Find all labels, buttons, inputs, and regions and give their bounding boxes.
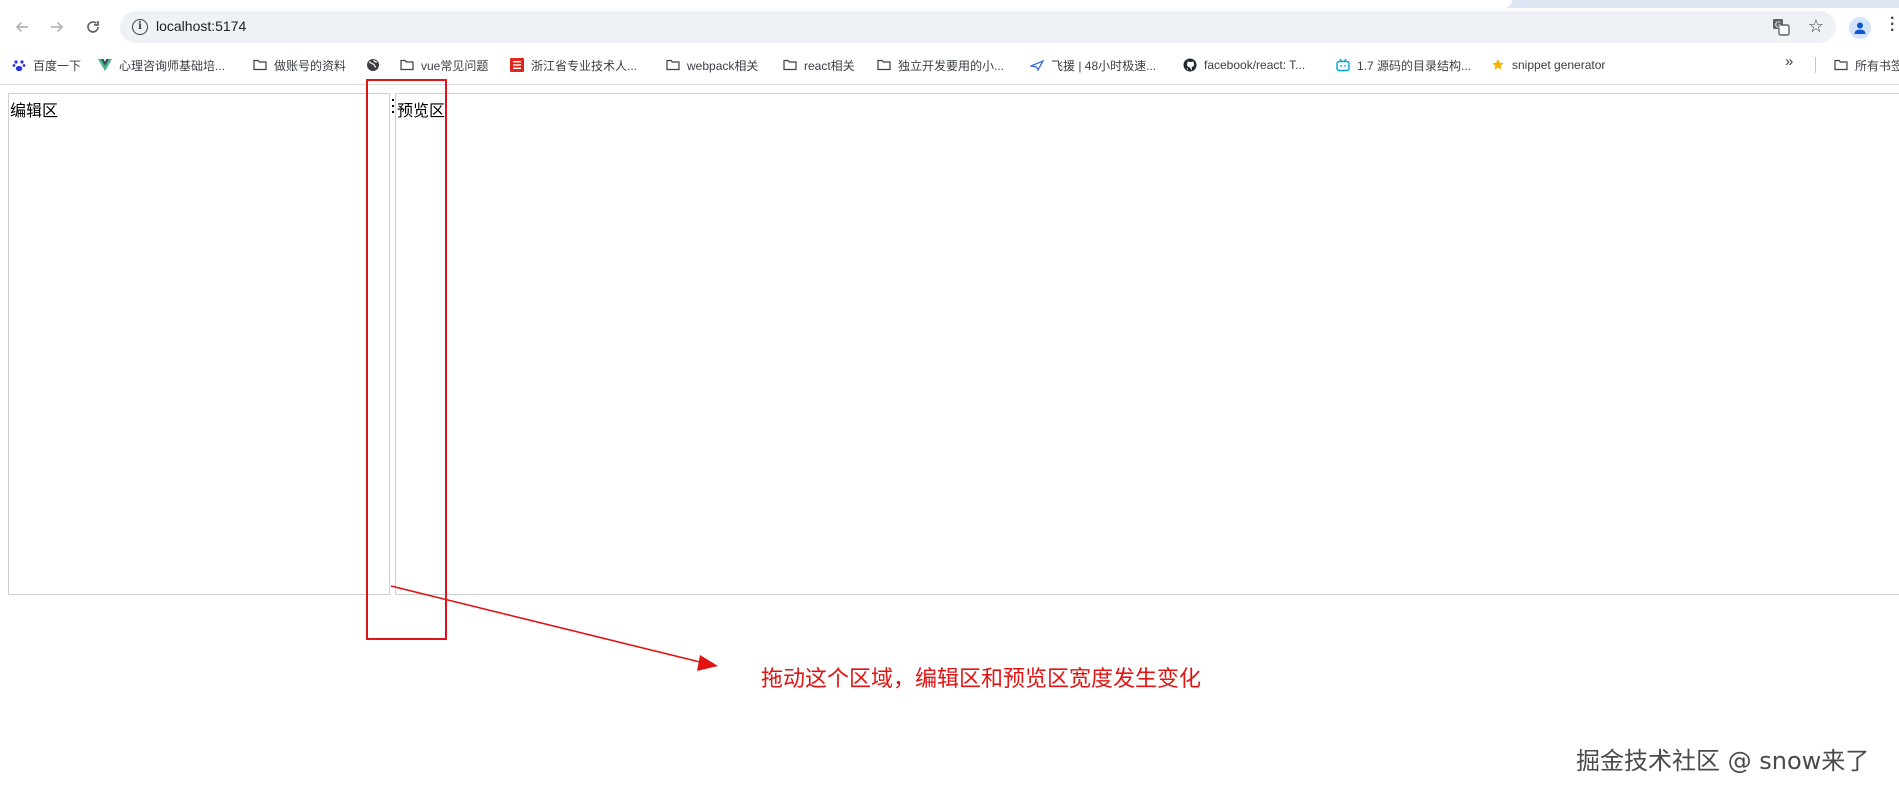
watermark: 掘金技术社区 @ snow来了 bbox=[1576, 747, 1870, 775]
annotation-text: 拖动这个区域，编辑区和预览区宽度发生变化 bbox=[761, 667, 1202, 692]
